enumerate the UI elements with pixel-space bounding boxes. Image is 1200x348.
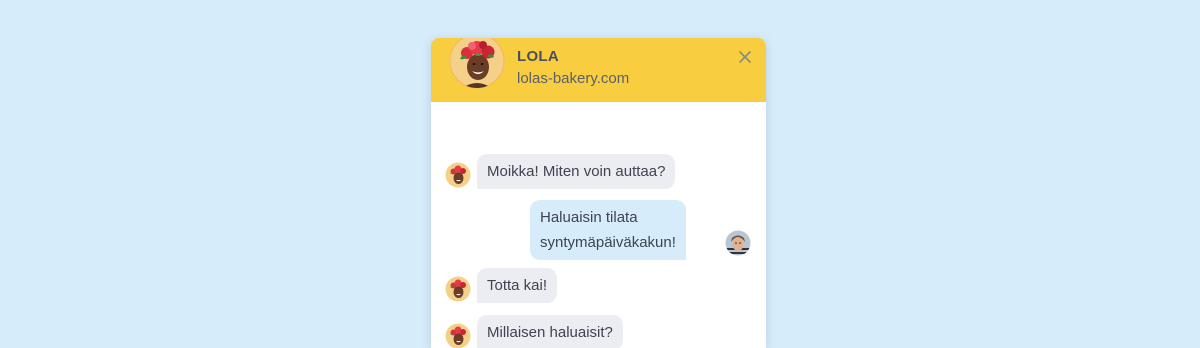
message-text: Totta kai! — [487, 273, 547, 298]
chat-widget: LOLA lolas-bakery.com Moikka! Miten voin… — [431, 38, 766, 348]
agent-message-bubble: Moikka! Miten voin auttaa? — [477, 154, 675, 189]
message-list: Moikka! Miten voin auttaa? Haluaisin til… — [431, 102, 766, 348]
message-text: Haluaisin tilata — [540, 205, 676, 230]
agent-avatar — [445, 276, 471, 302]
agent-avatar — [445, 323, 471, 348]
agent-message-bubble: Totta kai! — [477, 268, 557, 303]
message-text: syntymäpäiväkakun! — [540, 230, 676, 255]
chat-header: LOLA lolas-bakery.com — [431, 38, 766, 102]
visitor-message-bubble: Haluaisin tilata syntymäpäiväkakun! — [530, 200, 686, 260]
message-text: Moikka! Miten voin auttaa? — [487, 159, 665, 184]
close-icon[interactable] — [736, 48, 754, 66]
agent-avatar — [449, 38, 505, 89]
visitor-avatar — [725, 230, 751, 256]
agent-avatar — [445, 162, 471, 188]
message-text: Millaisen haluaisit? — [487, 320, 613, 345]
agent-website: lolas-bakery.com — [517, 70, 629, 87]
agent-message-bubble: Millaisen haluaisit? — [477, 315, 623, 348]
agent-name: LOLA — [517, 48, 559, 65]
